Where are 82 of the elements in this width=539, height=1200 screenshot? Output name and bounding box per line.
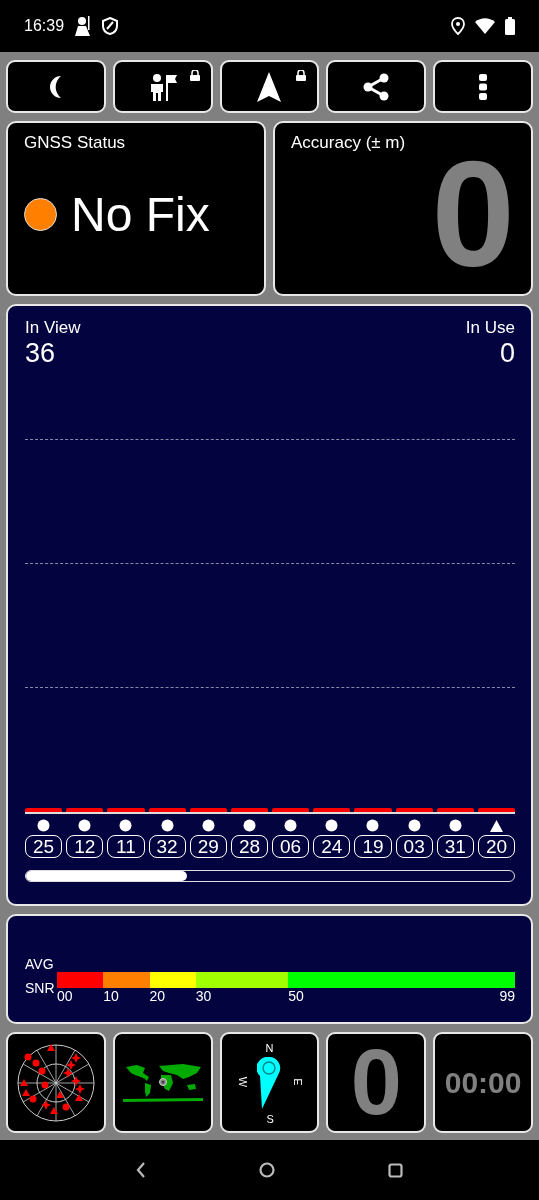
compass-label: S (266, 1113, 274, 1125)
signal-bar (107, 808, 145, 812)
sky-plot-tile[interactable] (6, 1032, 106, 1133)
scale-label: 50 (288, 988, 304, 1004)
circle-icon (78, 819, 92, 832)
circle-icon (407, 819, 421, 832)
satellite-id[interactable]: 20 (477, 835, 516, 858)
person-with-flag-icon (148, 72, 177, 101)
status-text: No Fix (71, 187, 210, 242)
satellite-id[interactable]: 32 (148, 835, 186, 858)
timer-value: 00:00 (444, 1065, 522, 1100)
shield-icon (102, 17, 119, 35)
scale-label: 20 (149, 988, 166, 1004)
scale-label: 99 (499, 988, 515, 1004)
card-title: Accuracy (± m) (291, 133, 407, 153)
triangle-icon (489, 819, 503, 832)
clock-time: 16:39 (24, 17, 65, 35)
satellite-id[interactable]: 24 (313, 835, 351, 858)
speed-value: 0 (350, 1034, 402, 1131)
wifi-icon (475, 18, 495, 34)
in-view-count: 36 (25, 338, 57, 369)
more-icon (479, 73, 488, 100)
toolbar-button[interactable] (433, 60, 533, 113)
world-map-tile[interactable] (112, 1032, 213, 1133)
circle-icon (119, 819, 133, 832)
timer-tile[interactable]: 00:00 (433, 1032, 533, 1133)
circle-icon (160, 819, 174, 832)
signal-bar (477, 808, 516, 812)
in-use-label: In Use (465, 318, 515, 338)
satellite-id[interactable]: 12 (66, 835, 104, 858)
compass-label: W (236, 1076, 249, 1088)
signal-bar (436, 808, 474, 812)
battery-icon (505, 17, 515, 35)
signal-bar (395, 808, 433, 812)
in-use-count: 0 (499, 338, 515, 369)
accuracy-value: 0 (431, 139, 515, 289)
circle-icon (325, 819, 339, 832)
satellite-id[interactable]: 31 (436, 835, 474, 858)
toolbar-button[interactable] (326, 60, 427, 113)
location-icon (451, 17, 465, 35)
share-icon (362, 72, 391, 101)
recents-icon[interactable] (387, 1162, 403, 1178)
signal-bar (313, 808, 351, 812)
scale-label: 30 (195, 988, 212, 1004)
signal-bar (230, 808, 269, 812)
scale-label: 10 (103, 988, 119, 1004)
speed-tile[interactable]: 0 (326, 1032, 427, 1133)
circle-icon (242, 819, 256, 832)
snr-label: SNR (25, 980, 56, 996)
circle-icon (201, 819, 215, 832)
home-icon[interactable] (259, 1162, 275, 1178)
signal-bar (148, 808, 186, 812)
in-view-label: In View (25, 318, 81, 338)
satellite-id[interactable]: 19 (354, 835, 392, 858)
signal-bar (25, 808, 63, 812)
circle-icon (284, 819, 298, 832)
person-icon (74, 16, 93, 36)
satellite-id[interactable]: 06 (272, 835, 310, 858)
toolbar-button[interactable] (219, 60, 320, 113)
avg-label: AVG (25, 956, 55, 972)
back-icon[interactable] (136, 1162, 147, 1178)
compass-label: E (291, 1078, 304, 1086)
compass-tile[interactable]: N W E S (219, 1032, 320, 1133)
compass-needle-icon (257, 1056, 282, 1109)
satellite-id[interactable]: 29 (189, 835, 227, 858)
navigation-arrow-icon (257, 71, 282, 102)
circle-icon (366, 819, 380, 832)
satellite-id[interactable]: 11 (107, 835, 145, 858)
satellite-id[interactable]: 03 (395, 835, 433, 858)
signal-bar (354, 808, 392, 812)
signal-bar (272, 808, 310, 812)
satellite-id[interactable]: 25 (25, 835, 63, 858)
satellite-id[interactable]: 28 (230, 835, 269, 858)
circle-icon (448, 819, 462, 832)
toolbar-button[interactable] (112, 60, 213, 113)
toolbar-button[interactable] (6, 60, 106, 113)
card-title: GNSS Status (24, 133, 127, 153)
circle-icon (37, 819, 51, 832)
signal-bar (189, 808, 227, 812)
compass-label: N (265, 1042, 274, 1054)
scale-label: 00 (57, 988, 73, 1004)
signal-bar (66, 808, 104, 812)
